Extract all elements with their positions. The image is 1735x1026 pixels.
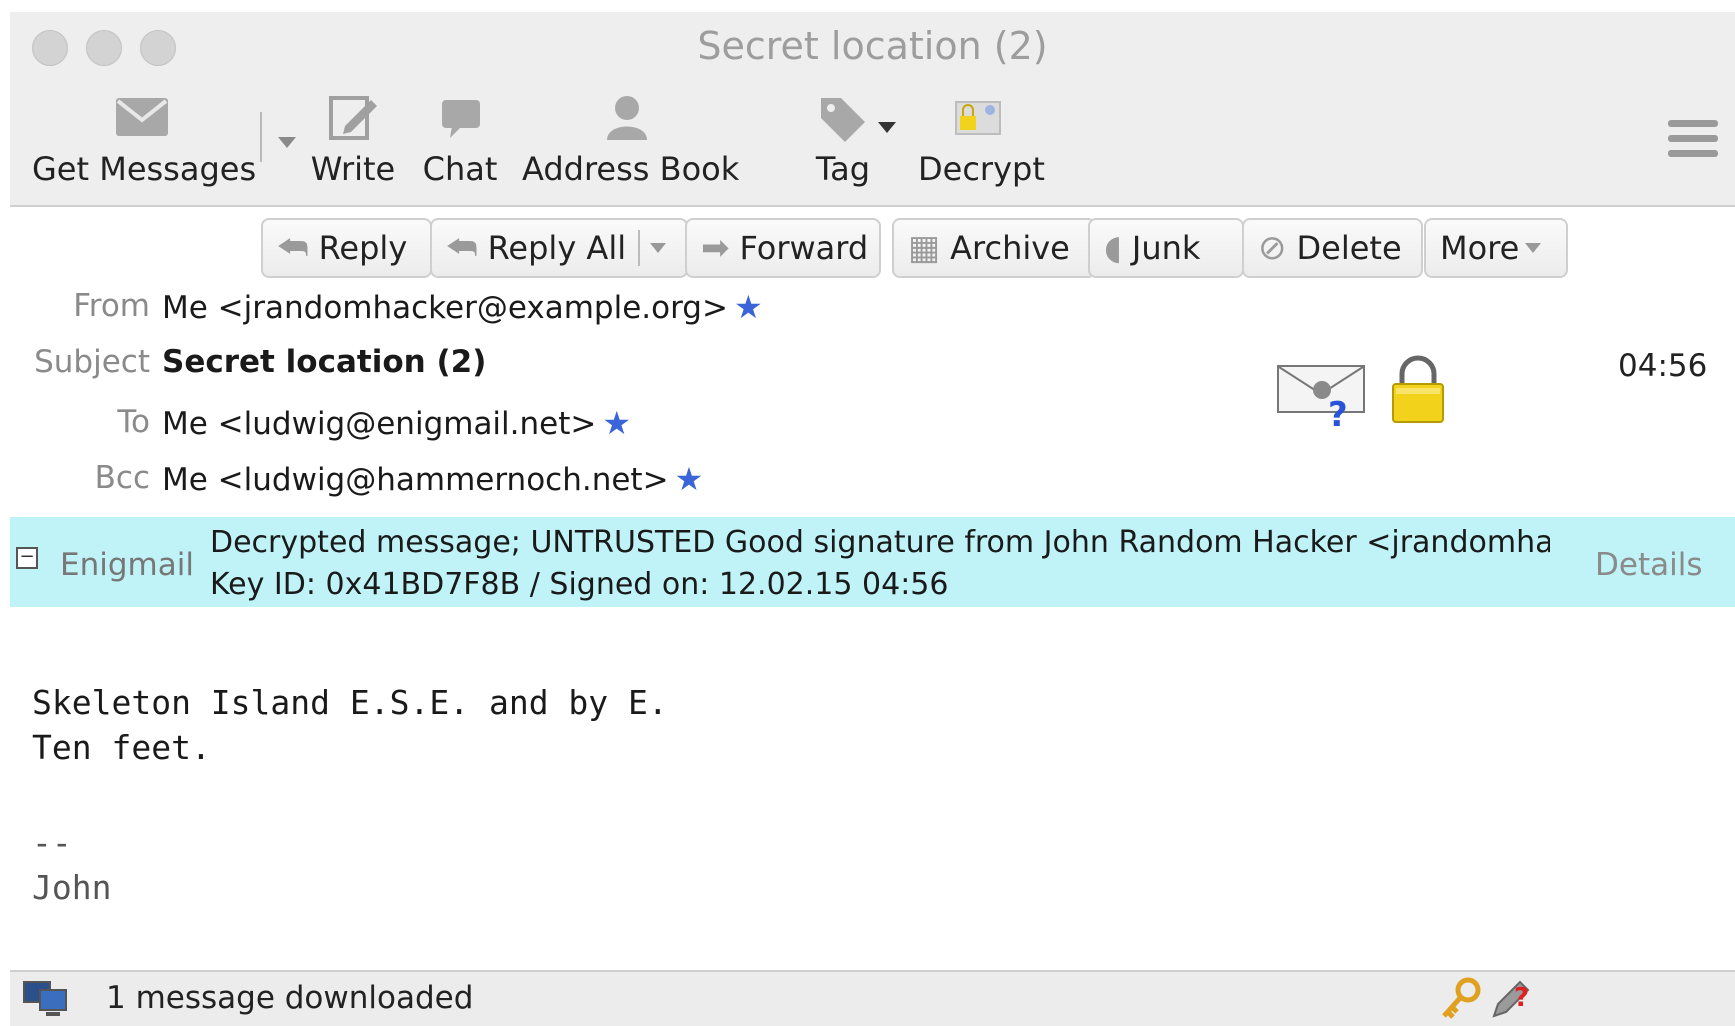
- key-icon[interactable]: [1438, 976, 1482, 1022]
- from-label: From: [73, 288, 150, 324]
- forward-button[interactable]: ➡ Forward: [685, 218, 881, 278]
- write-button[interactable]: Write: [308, 92, 398, 192]
- reply-all-button[interactable]: ⮪ Reply All: [430, 218, 688, 278]
- lock-icon[interactable]: [1390, 352, 1446, 426]
- signature-separator: --: [32, 823, 72, 862]
- message-line: Skeleton Island E.S.E. and by E.: [32, 683, 668, 722]
- more-label: More: [1440, 229, 1520, 267]
- message-time: 04:56: [1618, 348, 1708, 384]
- to-address[interactable]: Me <ludwig@enigmail.net>: [162, 406, 596, 442]
- enigmail-status-bar: − Enigmail Decrypted message; UNTRUSTED …: [10, 517, 1735, 607]
- address-book-button[interactable]: Address Book: [522, 92, 740, 192]
- tag-dropdown-icon[interactable]: [878, 122, 896, 133]
- forward-label: Forward: [739, 229, 869, 267]
- signature-status-icon[interactable]: ?: [1276, 360, 1368, 435]
- archive-box-icon: ▦: [908, 228, 941, 268]
- enigmail-status-line1: Decrypted message; UNTRUSTED Good signat…: [210, 525, 1550, 560]
- enigmail-label: Enigmail: [60, 547, 194, 583]
- subject-label: Subject: [34, 344, 150, 380]
- from-address[interactable]: Me <jrandomhacker@example.org>: [162, 290, 728, 326]
- delete-label: Delete: [1296, 229, 1402, 267]
- bcc-address[interactable]: Me <ludwig@hammernoch.net>: [162, 462, 669, 498]
- envelope-icon: [114, 92, 170, 148]
- get-messages-button[interactable]: Get Messages: [32, 92, 257, 192]
- archive-label: Archive: [950, 229, 1070, 267]
- tag-icon: [815, 92, 871, 148]
- more-button[interactable]: More: [1424, 218, 1568, 278]
- decrypt-icon: [950, 92, 1006, 148]
- star-icon[interactable]: ★: [602, 404, 631, 442]
- enigmail-status-line2: Key ID: 0x41BD7F8B / Signed on: 12.02.15…: [210, 567, 949, 602]
- decrypt-button[interactable]: Decrypt: [918, 92, 1045, 192]
- star-icon[interactable]: ★: [675, 460, 704, 498]
- reply-all-separator: [638, 230, 641, 266]
- window-title: Secret location (2): [697, 24, 1048, 68]
- reply-label: Reply: [318, 229, 408, 267]
- forward-arrow-icon: ➡: [701, 228, 730, 268]
- get-messages-dropdown-icon[interactable]: [278, 137, 296, 148]
- decrypt-label: Decrypt: [918, 150, 1045, 188]
- sign-pen-icon[interactable]: ?: [1488, 976, 1532, 1022]
- chat-button[interactable]: Chat: [420, 92, 500, 192]
- get-messages-label: Get Messages: [32, 150, 257, 188]
- signature-name: John: [32, 868, 112, 907]
- chat-bubble-icon: [432, 92, 488, 148]
- more-dropdown-icon: [1525, 243, 1542, 253]
- archive-button[interactable]: ▦ Archive: [892, 218, 1096, 278]
- delete-button[interactable]: ⊘ Delete: [1242, 218, 1423, 278]
- collapse-icon[interactable]: −: [16, 547, 38, 569]
- app-menu-icon[interactable]: [1668, 120, 1718, 164]
- pencil-icon: [325, 92, 381, 148]
- toolbar-area: Secret location (2) Get Messages Write C…: [10, 12, 1735, 207]
- message-signature: -- John: [32, 820, 111, 910]
- from-field[interactable]: Me <jrandomhacker@example.org> ★: [162, 288, 763, 326]
- tag-label: Tag: [815, 150, 871, 188]
- svg-text:?: ?: [1514, 983, 1529, 1013]
- message-line: Ten feet.: [32, 728, 211, 767]
- subject-value: Secret location (2): [162, 344, 487, 380]
- reply-all-arrow-icon: ⮪: [446, 228, 478, 268]
- delete-circle-icon: ⊘: [1258, 228, 1287, 268]
- tag-button[interactable]: Tag: [808, 92, 878, 192]
- reply-arrow-icon: ⮪: [277, 228, 309, 268]
- mail-window: Secret location (2) Get Messages Write C…: [10, 12, 1735, 1026]
- reply-button[interactable]: ⮪ Reply: [261, 218, 432, 278]
- star-icon[interactable]: ★: [734, 288, 763, 326]
- to-field[interactable]: Me <ludwig@enigmail.net> ★: [162, 404, 631, 442]
- status-bar: 1 message downloaded ?: [10, 970, 1735, 1026]
- reply-all-dropdown-icon[interactable]: [650, 243, 667, 253]
- svg-text:?: ?: [1328, 395, 1348, 430]
- junk-label: Junk: [1131, 229, 1201, 267]
- message-body: Skeleton Island E.S.E. and by E. Ten feet…: [32, 680, 668, 770]
- to-label: To: [117, 404, 150, 440]
- status-text: 1 message downloaded: [106, 980, 474, 1016]
- flame-icon: ◖: [1104, 228, 1122, 268]
- bcc-label: Bcc: [94, 460, 150, 496]
- bcc-field[interactable]: Me <ludwig@hammernoch.net> ★: [162, 460, 703, 498]
- toolbar-separator: [260, 112, 262, 162]
- write-label: Write: [310, 150, 396, 188]
- enigmail-details-button[interactable]: Details: [1595, 547, 1702, 583]
- online-status-icon[interactable]: [22, 978, 70, 1018]
- chat-label: Chat: [422, 150, 498, 188]
- address-book-label: Address Book: [522, 150, 740, 188]
- reply-all-label: Reply All: [487, 229, 627, 267]
- junk-button[interactable]: ◖ Junk: [1088, 218, 1244, 278]
- person-icon: [599, 92, 655, 148]
